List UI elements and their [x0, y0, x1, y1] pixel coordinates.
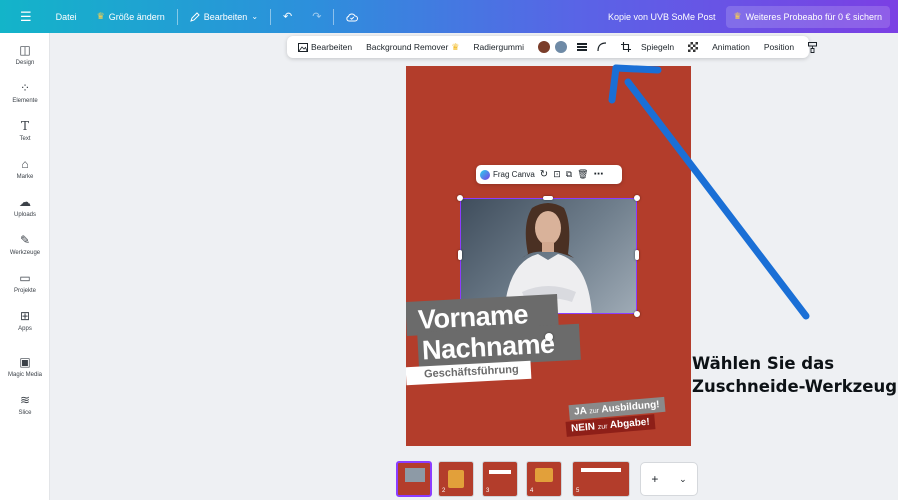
tutorial-caption: Wählen Sie das Zuschneide-Werkzeug: [692, 354, 898, 396]
tutorial-arrow: [608, 64, 810, 320]
arrow-head-left: [608, 64, 620, 104]
arrow-head-top: [612, 64, 662, 74]
arrow-shaft: [624, 78, 810, 320]
